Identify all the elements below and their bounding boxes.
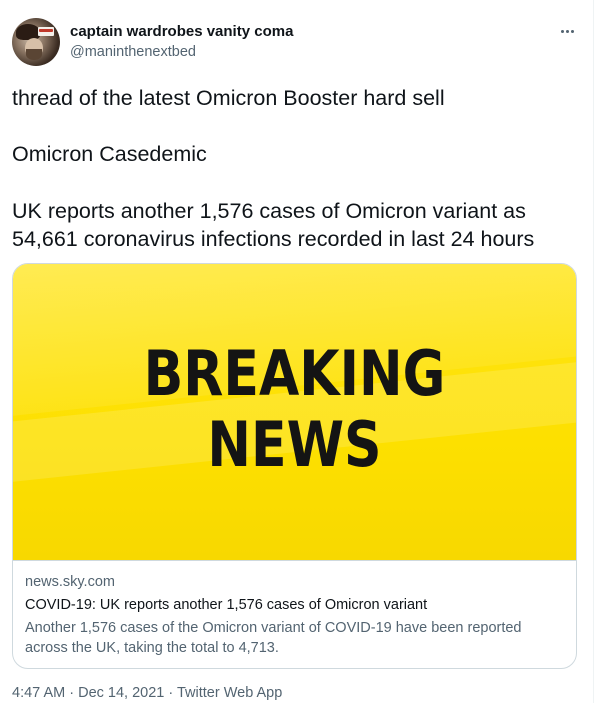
- tweet-time[interactable]: 4:47 AM: [12, 685, 65, 701]
- card-divider: [13, 560, 576, 561]
- tweet-text-line: 54,661 coronavirus infections recorded i…: [12, 227, 535, 251]
- meta-separator: ·: [164, 685, 177, 701]
- tweet-meta: 4:47 AM · Dec 14, 2021 · Twitter Web App: [12, 685, 282, 701]
- card-title[interactable]: COVID-19: UK reports another 1,576 cases…: [25, 597, 427, 613]
- avatar-beard: [26, 49, 42, 60]
- tweet-date[interactable]: Dec 14, 2021: [78, 685, 164, 701]
- avatar-sign: [38, 27, 54, 36]
- display-name[interactable]: captain wardrobes vanity coma: [70, 23, 293, 40]
- meta-separator: ·: [65, 685, 79, 701]
- breaking-news-image[interactable]: BREAKING NEWS: [13, 264, 576, 560]
- tweet: captain wardrobes vanity coma @maninthen…: [0, 0, 594, 703]
- more-options-icon[interactable]: [556, 22, 578, 40]
- tweet-text-line: Omicron Casedemic: [12, 142, 207, 166]
- card-description: Another 1,576 cases of the Omicron varia…: [25, 620, 522, 656]
- breaking-text: BREAKING: [143, 337, 446, 410]
- avatar[interactable]: [12, 18, 60, 66]
- tweet-text-line: UK reports another 1,576 cases of Omicro…: [12, 199, 526, 223]
- link-preview-card[interactable]: BREAKING NEWS news.sky.com COVID-19: UK …: [12, 263, 577, 669]
- tweet-text-line: thread of the latest Omicron Booster har…: [12, 86, 445, 110]
- card-domain: news.sky.com: [25, 574, 115, 590]
- news-text: NEWS: [207, 408, 382, 481]
- tweet-source[interactable]: Twitter Web App: [177, 685, 282, 701]
- user-handle[interactable]: @maninthenextbed: [70, 44, 196, 60]
